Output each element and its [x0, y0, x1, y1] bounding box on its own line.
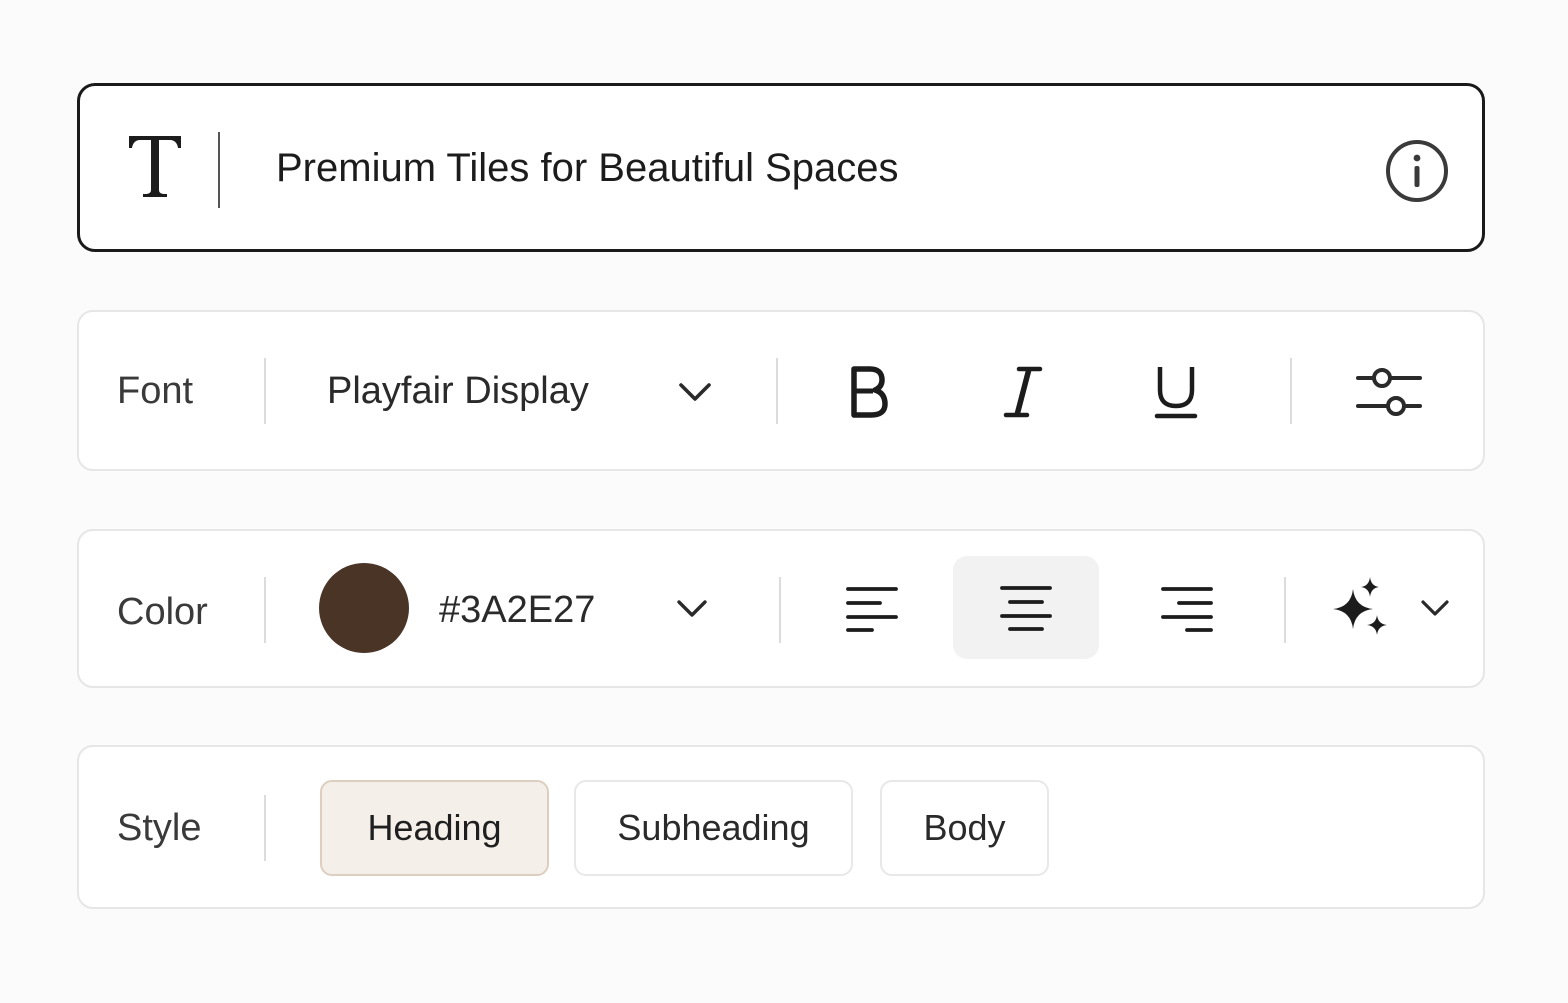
- underline-icon: [1154, 367, 1198, 419]
- sliders-icon: [1356, 368, 1422, 416]
- text-settings-button[interactable]: [1349, 352, 1429, 432]
- text-type-icon: [129, 136, 181, 197]
- color-swatch: [319, 563, 409, 653]
- color-hex-value: #3A2E27: [439, 589, 596, 631]
- divider: [218, 132, 220, 208]
- divider: [1290, 358, 1292, 424]
- chevron-down-icon: [677, 600, 707, 617]
- color-dropdown[interactable]: #3A2E27: [79, 531, 759, 686]
- align-right-icon: [1161, 587, 1213, 632]
- align-right-button[interactable]: [1114, 558, 1260, 660]
- font-dropdown[interactable]: Playfair Display: [299, 342, 729, 442]
- font-name: Playfair Display: [327, 370, 589, 412]
- style-label: Style: [117, 807, 202, 849]
- text-input-field[interactable]: Premium Tiles for Beautiful Spaces: [77, 83, 1485, 252]
- align-left-button[interactable]: [799, 558, 945, 660]
- divider: [264, 358, 266, 424]
- align-center-button[interactable]: [953, 556, 1099, 659]
- info-icon[interactable]: [1385, 139, 1449, 203]
- divider: [776, 358, 778, 424]
- italic-button[interactable]: [983, 352, 1063, 432]
- style-row: Style Heading Subheading Body: [77, 745, 1485, 909]
- sparkles-icon: [1333, 577, 1387, 635]
- underline-button[interactable]: [1136, 352, 1216, 432]
- bold-icon: [851, 366, 888, 418]
- chevron-down-icon: [679, 383, 711, 401]
- text-value[interactable]: Premium Tiles for Beautiful Spaces: [276, 148, 898, 188]
- color-row: Color #3A2E27: [77, 529, 1485, 688]
- divider: [1284, 577, 1286, 643]
- italic-icon: [1003, 366, 1043, 418]
- divider: [264, 795, 266, 861]
- font-row: Font Playfair Display: [77, 310, 1485, 471]
- align-center-icon: [1000, 585, 1052, 631]
- style-chip-subheading[interactable]: Subheading: [574, 780, 853, 876]
- style-chip-heading[interactable]: Heading: [320, 780, 549, 876]
- style-chip-body[interactable]: Body: [880, 780, 1049, 876]
- divider: [779, 577, 781, 643]
- chevron-down-icon: [1421, 600, 1449, 616]
- bold-button[interactable]: [829, 352, 909, 432]
- align-left-icon: [846, 587, 898, 632]
- font-label: Font: [117, 370, 194, 412]
- effects-dropdown[interactable]: [1319, 571, 1459, 651]
